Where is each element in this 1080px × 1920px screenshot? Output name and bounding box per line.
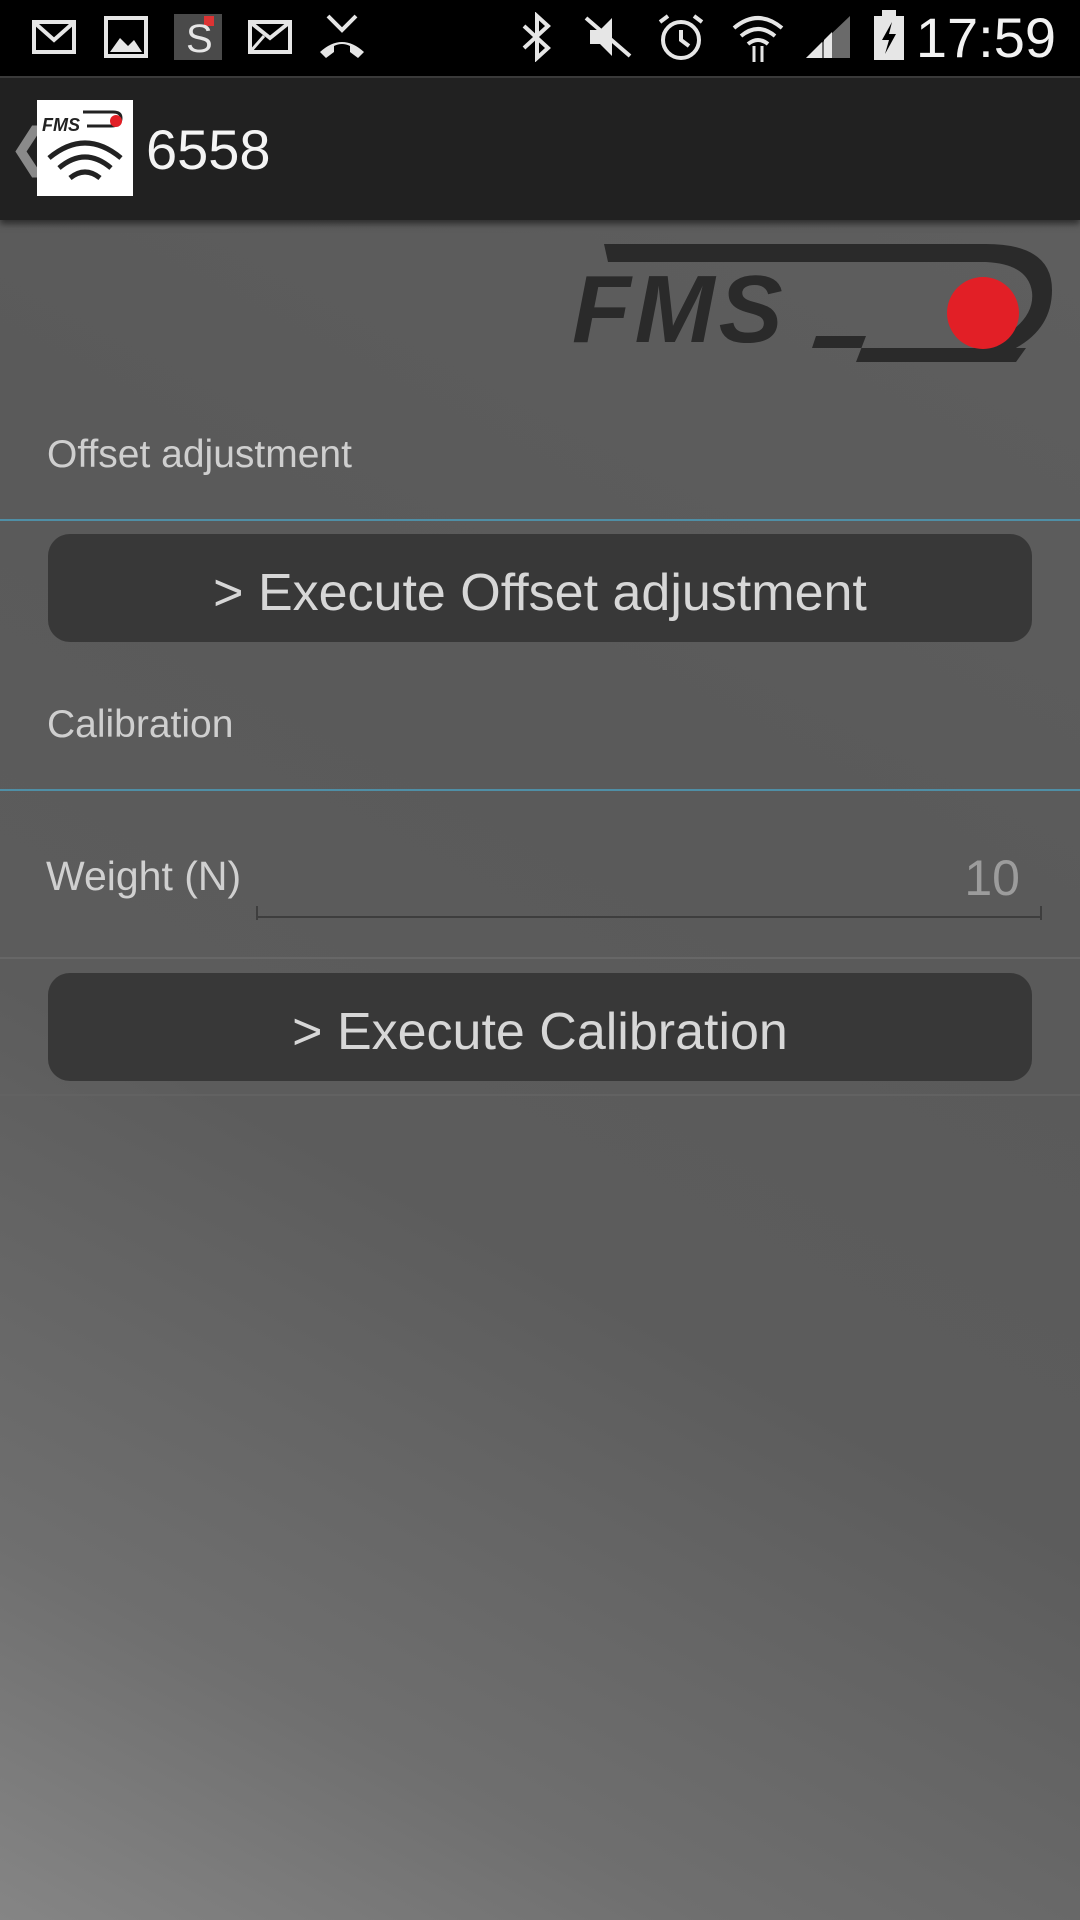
mute-icon bbox=[584, 16, 632, 58]
gmail-icon bbox=[32, 20, 76, 54]
brand-logo-text: FMS bbox=[572, 256, 787, 363]
email-icon bbox=[248, 20, 292, 54]
battery-charging-icon bbox=[874, 10, 904, 60]
gallery-icon bbox=[104, 16, 148, 58]
alarm-icon bbox=[658, 14, 704, 60]
offset-section-divider bbox=[0, 519, 1080, 521]
app-icon[interactable]: FMS bbox=[37, 100, 133, 196]
calibration-row-divider bbox=[0, 1094, 1080, 1096]
bluetooth-icon bbox=[522, 12, 551, 62]
weight-input-left-edge bbox=[256, 906, 258, 920]
fms-wifi-logo-icon: FMS bbox=[42, 110, 123, 181]
action-bar: ❮ FMS 6558 bbox=[0, 76, 1080, 220]
calibration-section-divider bbox=[0, 789, 1080, 791]
missed-call-icon bbox=[320, 14, 364, 58]
weight-row-divider bbox=[0, 957, 1080, 959]
wifi-icon bbox=[732, 16, 784, 62]
offset-section-label: Offset adjustment bbox=[47, 433, 352, 476]
execute-offset-button[interactable]: > Execute Offset adjustment bbox=[48, 534, 1032, 642]
app-icon-text: FMS bbox=[42, 115, 80, 135]
status-bar: S 17:59 bbox=[0, 0, 1080, 76]
execute-calibration-button[interactable]: > Execute Calibration bbox=[48, 973, 1032, 1081]
signal-icon bbox=[806, 16, 850, 58]
weight-input[interactable] bbox=[256, 840, 1042, 918]
weight-label: Weight (N) bbox=[46, 853, 242, 899]
fms-brand-logo: FMS bbox=[572, 244, 1052, 363]
svg-text:S: S bbox=[186, 17, 213, 60]
status-time: 17:59 bbox=[915, 6, 1056, 69]
s-app-icon: S bbox=[174, 14, 222, 60]
screen-title: 6558 bbox=[146, 118, 271, 181]
weight-input-right-edge bbox=[1040, 906, 1042, 920]
app-screen: S 17:59 ❮ FMS 6558 FMS Offset adjustment… bbox=[0, 0, 1080, 1920]
calibration-section-label: Calibration bbox=[47, 703, 234, 746]
